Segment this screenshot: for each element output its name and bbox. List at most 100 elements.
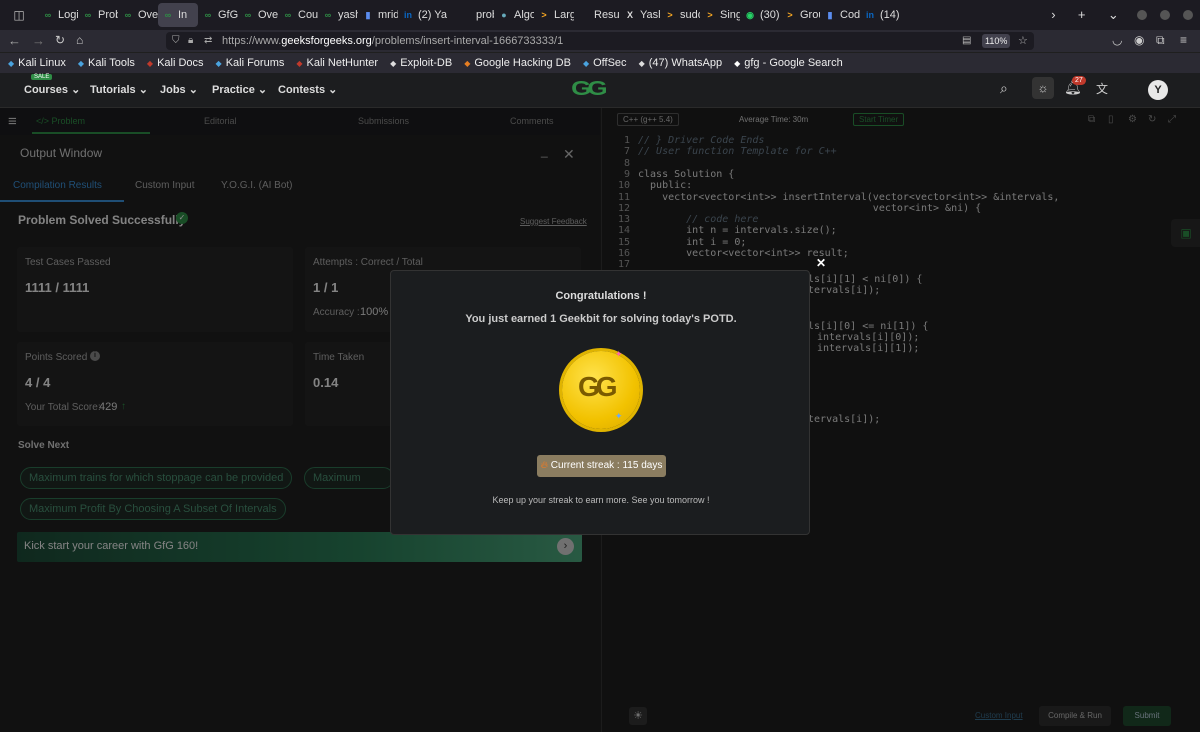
chevron-down-icon: ⌄: [325, 84, 338, 96]
nav-tutorials[interactable]: Tutorials ⌄: [90, 83, 148, 96]
browser-tab[interactable]: Resume: [574, 0, 620, 30]
url-bar[interactable]: ⛉ 🔒︎ ⇄ https://www.geeksforgeeks.org/pro…: [166, 32, 1034, 50]
kali-docs-icon: ◆: [146, 58, 154, 68]
tab-label: problem: [476, 9, 494, 21]
forward-icon[interactable]: →: [32, 33, 45, 48]
gfg-icon: ∞: [324, 10, 332, 20]
browser-tab[interactable]: ∞ Over: [238, 0, 278, 30]
gfg-icon: ∞: [164, 10, 172, 20]
tab-label: Larg: [554, 9, 574, 21]
chevron-down-icon: ⌄: [185, 84, 198, 96]
browser-tab-bar: ◫ ∞Logi∞Prob∞Over∞In∞GfG∞Over∞Cour∞yash▮…: [0, 0, 1200, 30]
permissions-icon[interactable]: ⇄: [204, 32, 212, 50]
chevron-down-icon: ⌄: [135, 84, 148, 96]
bookmark-item[interactable]: ◆ Kali Docs: [147, 57, 204, 69]
bookmark-item[interactable]: ◆ (47) WhatsApp: [639, 57, 723, 69]
browser-tab[interactable]: > Grou: [780, 0, 820, 30]
browser-tab[interactable]: ◉ (30): [740, 0, 780, 30]
potd-congrats-modal: ✕ Congratulations ! You just earned 1 Ge…: [390, 256, 826, 535]
account-icon[interactable]: ◉: [1134, 33, 1144, 47]
nav-jobs[interactable]: Jobs ⌄: [160, 83, 198, 96]
bookmark-item[interactable]: ◆ Kali Linux: [8, 57, 66, 69]
new-tab-icon[interactable]: +: [1078, 7, 1086, 23]
reader-view-icon[interactable]: ▤: [962, 32, 971, 50]
chart-icon: ▮: [365, 10, 371, 20]
pocket-icon[interactable]: ◡: [1112, 33, 1122, 47]
tab-label: sudo: [680, 9, 700, 21]
browser-nav-bar: ← → ↻ ⌂ ⛉ 🔒︎ ⇄ https://www.geeksforgeeks…: [0, 30, 1200, 52]
translate-icon[interactable]: 文: [1096, 80, 1108, 97]
tab-label: Over: [258, 9, 278, 21]
browser-tab[interactable]: > Larg: [534, 0, 574, 30]
browser-tab[interactable]: ▮ mrid: [358, 0, 398, 30]
nav-label: Practice: [212, 84, 255, 96]
nav-courses[interactable]: Courses ⌄: [24, 83, 80, 96]
whatsapp-icon: ◆: [638, 58, 645, 68]
menu-icon[interactable]: ≡: [1180, 33, 1187, 47]
bookmark-label: gfg - Google Search: [744, 57, 843, 69]
browser-tab[interactable]: ∞ Logi: [38, 0, 78, 30]
lock-icon[interactable]: 🔒︎: [188, 32, 193, 50]
list-all-tabs-icon[interactable]: ⌄: [1108, 7, 1119, 23]
tab-label: mrid: [378, 9, 398, 21]
back-icon[interactable]: ←: [8, 33, 21, 48]
shield-icon[interactable]: ⛉: [172, 32, 180, 50]
browser-tab[interactable]: ∞ Cour: [278, 0, 318, 30]
browser-tab[interactable]: ∞ Prob: [78, 0, 118, 30]
zoom-level[interactable]: 110%: [982, 34, 1011, 48]
bookmark-item[interactable]: ◆ Exploit-DB: [390, 57, 452, 69]
browser-tab[interactable]: X Yash: [620, 0, 660, 30]
google-icon: ◆: [734, 58, 741, 68]
minimize-button[interactable]: [1136, 10, 1147, 20]
bookmark-item[interactable]: ◆ Kali Forums: [216, 57, 285, 69]
sparkle-icon: ✦: [615, 411, 623, 421]
close-modal-icon[interactable]: ✕: [816, 256, 826, 270]
fire-icon: 🔥︎: [540, 460, 548, 471]
browser-tab[interactable]: > Singl: [700, 0, 740, 30]
tab-label: Resume: [594, 9, 620, 21]
bookmark-label: Google Hacking DB: [474, 57, 571, 69]
nav-contests[interactable]: Contests ⌄: [278, 83, 337, 96]
maximize-button[interactable]: [1159, 10, 1170, 20]
browser-tab[interactable]: > sudo: [660, 0, 700, 30]
none: [460, 10, 472, 20]
search-icon[interactable]: ⌕: [1000, 80, 1008, 97]
sale-badge: SALE: [31, 74, 53, 80]
nav-practice[interactable]: Practice ⌄: [212, 83, 267, 96]
avatar[interactable]: Y: [1148, 80, 1168, 100]
site-header: SALE Courses ⌄ Tutorials ⌄ Jobs ⌄ Practice …: [0, 73, 1200, 108]
bookmark-item[interactable]: ◆ Google Hacking DB: [464, 57, 571, 69]
bookmark-label: Kali Docs: [157, 57, 204, 69]
bookmark-star-icon[interactable]: ☆: [1018, 32, 1028, 50]
modal-footer: Keep up your streak to earn more. See yo…: [492, 495, 710, 505]
offsec-icon: ◆: [582, 58, 590, 68]
home-icon[interactable]: ⌂: [76, 33, 83, 47]
bracket-icon: >: [787, 10, 793, 20]
bookmark-item[interactable]: ◆ gfg - Google Search: [734, 57, 843, 69]
bookmark-item[interactable]: ◆ Kali NetHunter: [296, 57, 378, 69]
bookmark-item[interactable]: ◆ OffSec: [583, 57, 627, 69]
browser-tab[interactable]: ∞ yash: [318, 0, 358, 30]
bookmark-item[interactable]: ◆ Kali Tools: [78, 57, 135, 69]
browser-tab[interactable]: ∞ GfG: [198, 0, 238, 30]
none: [578, 10, 590, 20]
modal-message: You just earned 1 Geekbit for solving to…: [465, 313, 737, 325]
browser-tab[interactable]: in (2) Ya: [398, 0, 456, 30]
linkedin-icon: in: [866, 10, 874, 20]
browser-tab[interactable]: problem: [456, 0, 494, 30]
close-window-button[interactable]: [1183, 10, 1194, 20]
browser-tab[interactable]: ▮ Code: [820, 0, 860, 30]
firefox-view-icon[interactable]: ◫: [0, 8, 38, 22]
theme-toggle-icon[interactable]: ☼: [1032, 77, 1054, 99]
browser-tab[interactable]: in (14): [860, 0, 900, 30]
tab-scroll-right-icon[interactable]: ›: [1051, 7, 1055, 23]
tab-label: Singl: [720, 9, 740, 21]
browser-tab[interactable]: ● Algo: [494, 0, 534, 30]
extensions-icon[interactable]: ⧉: [1156, 33, 1165, 48]
reload-icon[interactable]: ↻: [55, 33, 65, 47]
gfg-logo[interactable]: GG: [571, 78, 631, 100]
browser-tab[interactable]: ∞ Over: [118, 0, 158, 30]
tab-label: Grou: [800, 9, 820, 21]
browser-tab[interactable]: ∞ In: [158, 3, 198, 27]
whatsapp-icon: ◉: [746, 10, 754, 20]
